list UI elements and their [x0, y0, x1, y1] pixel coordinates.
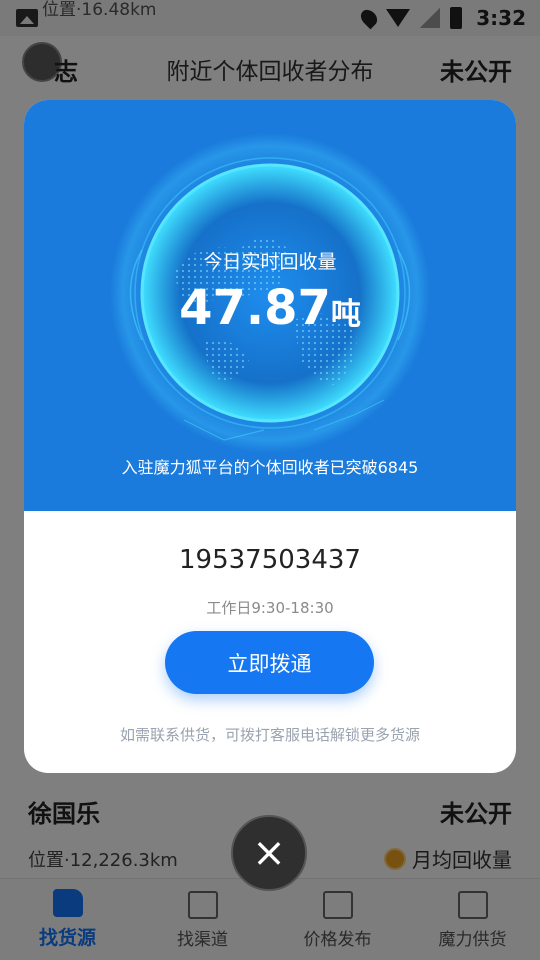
unlock-more-hint: 如需联系供货，可拨打客服电话解锁更多货源	[119, 726, 420, 744]
service-phone-number: 19537503437	[179, 545, 361, 575]
close-modal-button[interactable]: ×	[231, 815, 307, 891]
working-hours: 工作日9:30-18:30	[206, 599, 334, 617]
recycling-stats-banner: 今日实时回收量 47.87吨 入驻魔力狐平台的个体回收者已突破6845	[24, 100, 516, 511]
realtime-volume-unit: 吨	[330, 297, 361, 332]
realtime-volume-label: 今日实时回收量	[203, 251, 337, 273]
realtime-volume-value: 47.87吨	[24, 280, 516, 336]
call-now-button[interactable]: 立即拨通	[165, 631, 374, 694]
contact-modal: 今日实时回收量 47.87吨 入驻魔力狐平台的个体回收者已突破6845 1953…	[24, 100, 516, 773]
close-icon: ×	[252, 830, 286, 876]
realtime-volume-number: 47.87	[179, 280, 331, 336]
collectors-count-caption: 入驻魔力狐平台的个体回收者已突破6845	[121, 458, 419, 477]
